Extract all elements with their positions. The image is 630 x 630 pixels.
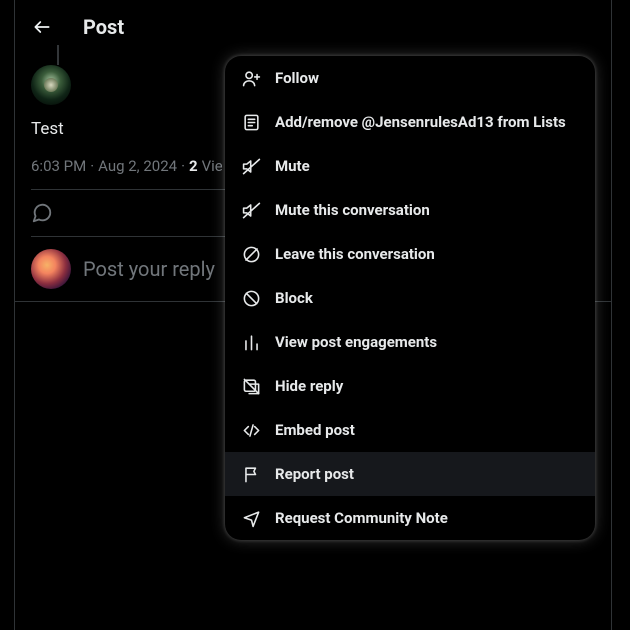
post-more-menu: Follow Add/remove @JensenrulesAd13 from … — [225, 56, 595, 540]
menu-item-report[interactable]: Report post — [225, 452, 595, 496]
post-views-count[interactable]: 2 — [189, 157, 198, 175]
mute-convo-icon — [241, 200, 261, 220]
self-avatar[interactable] — [31, 249, 71, 289]
menu-item-block[interactable]: Block — [225, 276, 595, 320]
menu-item-label: Embed post — [275, 421, 355, 439]
back-button[interactable] — [25, 10, 59, 44]
menu-item-label: Follow — [275, 69, 319, 87]
report-icon — [241, 464, 261, 484]
page-title: Post — [83, 15, 124, 39]
menu-item-label: Request Community Note — [275, 509, 448, 527]
menu-item-engagements[interactable]: View post engagements — [225, 320, 595, 364]
menu-item-label: View post engagements — [275, 333, 437, 351]
post-views-label[interactable]: Views — [202, 157, 222, 175]
thread-connector — [57, 45, 59, 65]
menu-item-community-note[interactable]: Request Community Note — [225, 496, 595, 540]
embed-icon — [241, 420, 261, 440]
menu-item-label: Hide reply — [275, 377, 343, 395]
arrow-left-icon — [32, 17, 52, 37]
menu-item-label: Block — [275, 289, 313, 307]
leave-convo-icon — [241, 244, 261, 264]
reply-icon — [31, 202, 53, 224]
menu-item-label: Report post — [275, 465, 354, 483]
menu-item-follow[interactable]: Follow — [225, 56, 595, 100]
list-icon — [241, 112, 261, 132]
block-icon — [241, 288, 261, 308]
menu-item-lists[interactable]: Add/remove @JensenrulesAd13 from Lists — [225, 100, 595, 144]
hide-reply-icon — [241, 376, 261, 396]
mute-icon — [241, 156, 261, 176]
reply-placeholder: Post your reply — [83, 257, 215, 281]
community-note-icon — [241, 508, 261, 528]
author-avatar[interactable] — [31, 65, 71, 105]
menu-item-label: Leave this conversation — [275, 245, 435, 263]
reply-button[interactable] — [31, 202, 172, 224]
engagements-icon — [241, 332, 261, 352]
menu-item-label: Add/remove @JensenrulesAd13 from Lists — [275, 113, 566, 131]
header: Post — [15, 0, 611, 53]
menu-item-mute[interactable]: Mute — [225, 144, 595, 188]
post-time[interactable]: 6:03 PM — [31, 157, 86, 175]
follow-icon — [241, 68, 261, 88]
menu-item-embed[interactable]: Embed post — [225, 408, 595, 452]
post-date[interactable]: Aug 2, 2024 — [98, 157, 177, 175]
menu-item-label: Mute — [275, 157, 310, 175]
menu-item-mute-conversation[interactable]: Mute this conversation — [225, 188, 595, 232]
menu-item-label: Mute this conversation — [275, 201, 430, 219]
menu-item-leave-conversation[interactable]: Leave this conversation — [225, 232, 595, 276]
menu-item-hide-reply[interactable]: Hide reply — [225, 364, 595, 408]
